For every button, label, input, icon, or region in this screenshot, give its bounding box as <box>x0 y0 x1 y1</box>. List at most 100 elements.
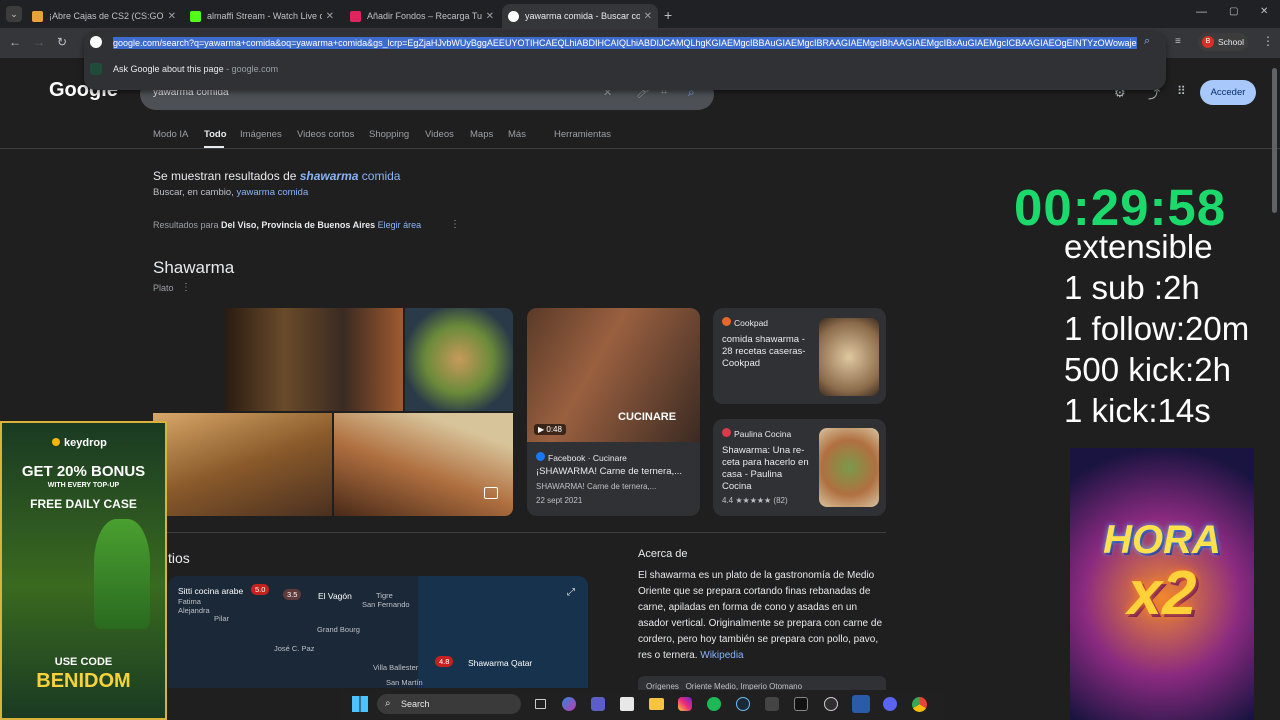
nav-videos[interactable]: Videos <box>425 129 454 140</box>
cookpad-icon <box>722 317 731 326</box>
image-wrap-1[interactable] <box>153 308 223 411</box>
key-icon <box>52 438 60 446</box>
video-duration: ▶ 0:48 <box>534 424 566 435</box>
places-title: tios <box>168 550 190 566</box>
nav-modo-ia[interactable]: Modo IA <box>153 129 188 140</box>
taskbar-search[interactable]: ⌕ Search <box>377 694 521 714</box>
login-button[interactable]: Acceder <box>1200 80 1256 105</box>
close-tab-icon[interactable]: ✕ <box>486 11 494 22</box>
windows-start-icon[interactable] <box>352 696 368 712</box>
more-images-icon[interactable] <box>484 487 498 499</box>
new-tab-button[interactable]: + <box>664 7 672 23</box>
back-arrow-icon[interactable]: ← <box>9 35 21 49</box>
nav-mas[interactable]: Más <box>508 129 526 140</box>
nav-divider <box>0 148 1280 149</box>
entity-subtitle: Plato <box>153 283 174 293</box>
nav-todo[interactable]: Todo <box>204 129 227 140</box>
google-favicon-icon <box>508 10 519 22</box>
search-icon: ⌕ <box>385 698 391 709</box>
bonus-text: GET 20% BONUS <box>21 463 146 480</box>
map-label: San Martín <box>386 678 423 687</box>
discord-icon[interactable] <box>883 697 897 711</box>
store-icon[interactable] <box>620 697 634 711</box>
map-label: San Fernando <box>362 600 410 609</box>
image-shop[interactable] <box>225 308 403 411</box>
choose-area-link[interactable]: Elegir área <box>378 220 422 230</box>
map-label: El Vagón <box>318 591 352 601</box>
recipe-source: Paulina Cocina <box>722 428 791 439</box>
obs-icon[interactable] <box>824 697 838 711</box>
map-label: Fatima <box>178 597 201 606</box>
media-icon[interactable] <box>765 697 779 711</box>
map-rating-pin[interactable]: 3.5 <box>283 589 302 600</box>
profile-button[interactable]: B School <box>1198 33 1248 51</box>
close-tab-icon[interactable]: ✕ <box>326 11 334 22</box>
map-label[interactable]: Shawarma Qatar <box>468 658 532 668</box>
nav-shopping[interactable]: Shopping <box>369 129 409 140</box>
recipe-image[interactable] <box>819 318 879 396</box>
section-divider <box>153 532 886 533</box>
profile-label: School <box>1218 37 1244 47</box>
address-bar-url[interactable]: google.com/search?q=yawarma+comida&oq=ya… <box>113 37 1137 49</box>
map-water <box>418 576 588 688</box>
minimize-button[interactable]: — <box>1196 6 1207 18</box>
recipe-title[interactable]: Shawarma: Una re-ceta para hacerlo en ca… <box>722 445 812 493</box>
video-title[interactable]: ¡SHAWARMA! Carne de ternera,... <box>536 466 682 477</box>
menu-dots-icon[interactable]: ⋮ <box>1262 34 1274 48</box>
original-query-link[interactable]: yawarma comida <box>236 187 308 198</box>
steam-icon[interactable] <box>736 697 750 711</box>
reading-list-icon[interactable]: ≡ <box>1175 36 1181 47</box>
nav-imagenes[interactable]: Imágenes <box>240 129 282 140</box>
map-label: Alejandra <box>178 606 210 615</box>
wikipedia-link[interactable]: Wikipedia <box>700 650 743 661</box>
entity-menu-icon[interactable]: ⋮ <box>181 282 191 293</box>
search-instead: Buscar, en cambio, yawarma comida <box>153 187 309 198</box>
page-scrollbar[interactable] <box>1272 68 1277 213</box>
close-window-button[interactable]: ✕ <box>1260 6 1268 17</box>
nav-maps[interactable]: Maps <box>470 129 493 140</box>
tab-kick[interactable]: almaffi Stream - Watch Live on ✕ <box>184 4 340 28</box>
reload-icon[interactable]: ↻ <box>57 35 67 49</box>
map-rating-pin[interactable]: 5.0 <box>251 584 270 595</box>
instagram-icon[interactable] <box>678 697 692 711</box>
rocket-league-icon[interactable] <box>852 695 870 713</box>
tab-google-search[interactable]: yawarma comida - Buscar con G✕ <box>502 4 658 28</box>
tab-list-button[interactable]: ⌄ <box>6 6 22 22</box>
showing-results-for: Se muestran resultados de shawarma comid… <box>153 169 401 183</box>
site-info-icon[interactable] <box>90 36 102 48</box>
nav-videos-cortos[interactable]: Videos cortos <box>297 129 354 140</box>
task-view-icon[interactable] <box>535 699 546 709</box>
copilot-icon[interactable] <box>562 697 576 711</box>
image-plate[interactable] <box>405 308 513 411</box>
map-label[interactable]: Sitti cocina arabe <box>178 586 243 596</box>
location-menu-icon[interactable]: ⋮ <box>450 219 460 230</box>
recipe-image[interactable] <box>819 428 879 507</box>
file-explorer-icon[interactable] <box>649 698 664 710</box>
image-wrap-platter[interactable] <box>334 413 513 516</box>
forward-arrow-icon[interactable]: → <box>33 35 45 49</box>
app-icon[interactable] <box>794 697 808 711</box>
recipe-title[interactable]: comida shawarma - 28 recetas caseras- Co… <box>722 334 810 370</box>
chrome-icon[interactable] <box>912 697 927 712</box>
teams-icon[interactable] <box>591 697 605 711</box>
image-wraps-board[interactable] <box>153 413 332 516</box>
maximize-button[interactable]: ▢ <box>1229 6 1238 17</box>
close-tab-icon[interactable]: ✕ <box>168 11 176 22</box>
nav-herramientas[interactable]: Herramientas <box>554 129 611 140</box>
apps-grid-icon[interactable]: ⠿ <box>1177 84 1186 98</box>
close-tab-icon[interactable]: ✕ <box>644 11 652 22</box>
tab-recarga[interactable]: Añadir Fondos – Recarga Tu Sa✕ <box>344 4 500 28</box>
character-image <box>94 519 150 629</box>
spotify-icon[interactable] <box>707 697 721 711</box>
tab-keydrop[interactable]: ¡Abre Cajas de CS2 (CS:GO), Ga✕ <box>26 4 182 28</box>
expand-map-icon[interactable]: ⤢ <box>567 587 575 598</box>
hora-x2-banner: HORA x2 <box>1070 448 1254 720</box>
corrected-query-link[interactable]: shawarma <box>300 169 359 183</box>
map-label: Tigre <box>376 591 393 600</box>
omnibox-dropdown[interactable]: google.com/search?q=yawarma+comida&oq=ya… <box>84 32 1166 90</box>
lens-search-icon[interactable]: ⌕ <box>1144 35 1150 48</box>
omnibox-suggestion[interactable]: Ask Google about this page - google.com <box>113 64 278 74</box>
map-label: José C. Paz <box>274 644 315 653</box>
keydrop-logo: keydrop <box>64 437 107 449</box>
map-rating-pin[interactable]: 4.8 <box>435 656 454 667</box>
